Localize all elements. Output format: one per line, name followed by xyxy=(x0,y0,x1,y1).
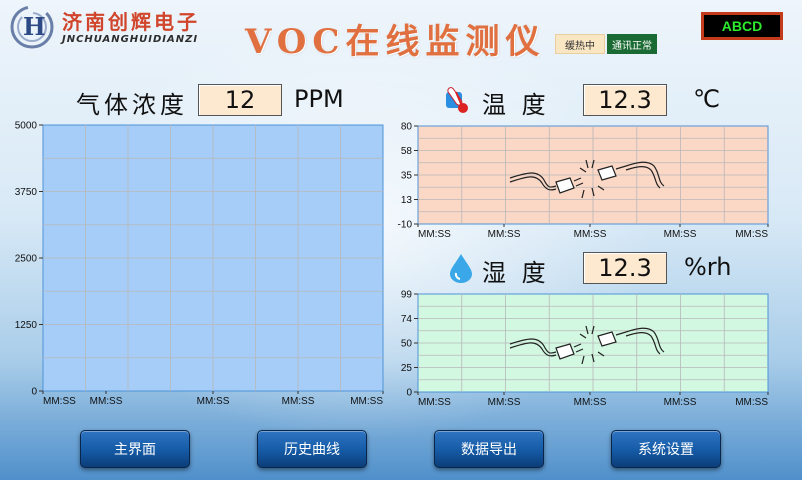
x-tick-label: MM:SS xyxy=(418,397,451,408)
y-tick-label: 0 xyxy=(31,387,37,398)
x-tick-label: MM:SS xyxy=(488,229,521,240)
y-tick-label: 58 xyxy=(401,146,413,157)
y-tick-label: 25 xyxy=(401,363,413,374)
page-title: VOC在线监测仪 xyxy=(245,22,546,62)
company-name: 济南创辉电子 xyxy=(62,10,200,34)
x-tick-label: MM:SS xyxy=(574,397,607,408)
x-tick-label: MM:SS xyxy=(574,229,607,240)
x-tick-label: MM:SS xyxy=(735,397,768,408)
y-tick-label: 2500 xyxy=(15,254,38,265)
x-tick-label: MM:SS xyxy=(43,396,76,407)
y-tick-label: 99 xyxy=(401,290,413,301)
gas-label: 气体浓度 xyxy=(76,91,188,119)
y-tick-label: 74 xyxy=(401,314,413,325)
x-tick-label: MM:SS xyxy=(664,229,697,240)
warmup-status-badge: 缓热中 xyxy=(555,34,605,54)
company-english-name: JNCHUANGHUIDIANZI xyxy=(62,34,199,45)
x-tick-label: MM:SS xyxy=(90,396,123,407)
y-tick-label: 1250 xyxy=(15,320,38,331)
y-tick-label: 3750 xyxy=(15,187,38,198)
main-screen-button[interactable]: 主界面 xyxy=(80,430,190,468)
communication-status-badge: 通讯正常 xyxy=(607,34,657,54)
y-tick-label: 35 xyxy=(401,171,413,182)
thermometer-icon xyxy=(444,84,474,120)
x-tick-label: MM:SS xyxy=(664,397,697,408)
system-settings-button[interactable]: 系统设置 xyxy=(611,430,721,468)
logo-letter: H xyxy=(23,12,46,41)
humidity-unit: %rh xyxy=(684,253,732,281)
temperature-label: 温 度 xyxy=(482,91,550,119)
humidity-label: 湿 度 xyxy=(482,259,550,287)
gas-value-display: 12 xyxy=(198,84,282,116)
device-id-display: ABCD xyxy=(701,12,783,40)
gas-unit: PPM xyxy=(294,85,344,113)
y-tick-label: 80 xyxy=(401,122,413,133)
humidity-value-display: 12.3 xyxy=(583,252,667,284)
history-curve-button[interactable]: 历史曲线 xyxy=(257,430,367,468)
temperature-unit: ℃ xyxy=(693,85,720,113)
y-tick-label: 0 xyxy=(406,388,412,399)
x-tick-label: MM:SS xyxy=(350,396,383,407)
x-tick-label: MM:SS xyxy=(418,229,451,240)
gas-concentration-chart: 5000 3750 2500 1250 0 MM:SS MM:SS MM:SS MM:SS MM:… xyxy=(0,118,390,413)
x-tick-label: MM:SS xyxy=(282,396,315,407)
x-tick-label: MM:SS xyxy=(197,396,230,407)
x-tick-label: MM:SS xyxy=(735,229,768,240)
disconnected-plug-icon xyxy=(508,322,672,370)
data-export-button[interactable]: 数据导出 xyxy=(434,430,544,468)
y-tick-label: 13 xyxy=(401,195,413,206)
x-tick-label: MM:SS xyxy=(488,397,521,408)
water-drop-icon xyxy=(447,252,475,288)
y-tick-label: -10 xyxy=(398,220,413,231)
disconnected-plug-icon xyxy=(508,156,672,204)
y-tick-label: 5000 xyxy=(15,121,38,132)
y-tick-label: 50 xyxy=(401,339,413,350)
temperature-value-display: 12.3 xyxy=(583,84,667,116)
company-logo: H xyxy=(8,4,56,50)
